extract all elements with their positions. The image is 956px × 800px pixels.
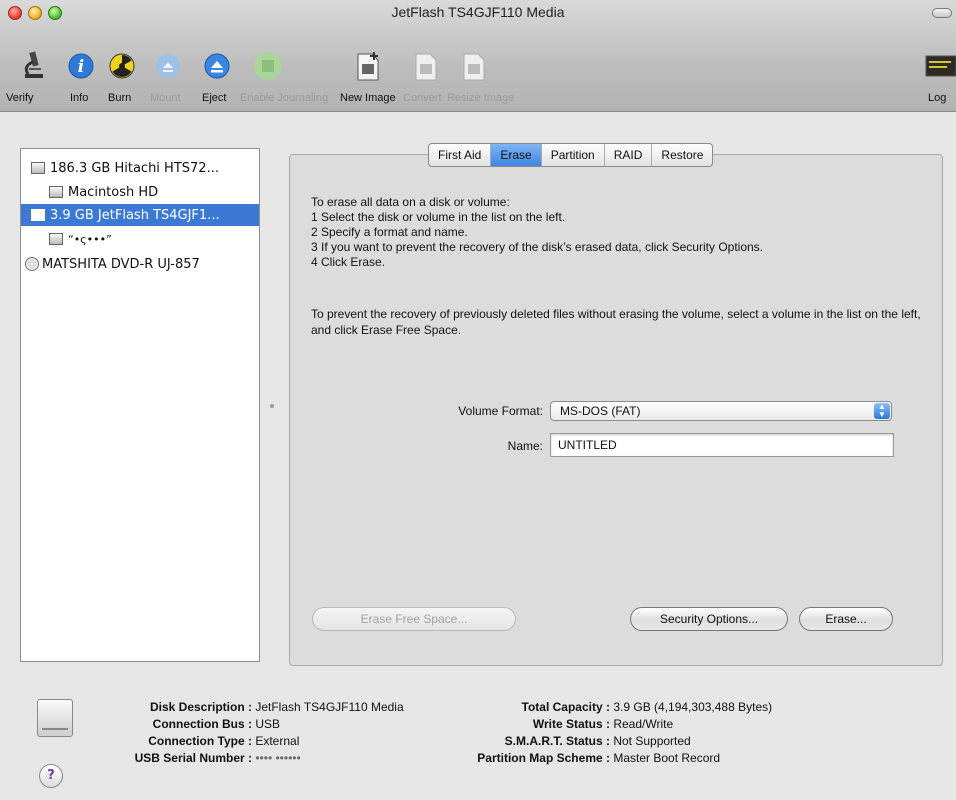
- sidebar-item-dvd-drive[interactable]: MATSHITA DVD-R UJ-857: [21, 253, 259, 275]
- volume-format-value: MS-DOS (FAT): [560, 404, 641, 418]
- log-label: Log: [928, 92, 947, 104]
- smart-status-row: S.M.A.R.T. Status : Not Supported: [440, 733, 691, 749]
- instruction-line: 2 Specify a format and name.: [311, 225, 468, 239]
- selected-disk-icon: [37, 699, 73, 737]
- partition-scheme-label: Partition Map Scheme :: [477, 751, 610, 765]
- connection-type-label: Connection Type :: [148, 734, 252, 748]
- write-status-label: Write Status :: [532, 717, 610, 731]
- sidebar-item-label: MATSHITA DVD-R UJ-857: [42, 256, 200, 272]
- connection-type-value: External: [255, 734, 300, 748]
- total-capacity-label: Total Capacity :: [521, 700, 610, 714]
- disk-description-row: Disk Description : JetFlash TS4GJF110 Me…: [100, 699, 404, 715]
- eject-icon: [201, 50, 233, 82]
- volume-name-input[interactable]: UNTITLED: [550, 433, 894, 457]
- connection-bus-row: Connection Bus : USB: [100, 716, 280, 732]
- microscope-icon: [18, 50, 50, 82]
- verify-label: Verify: [6, 92, 34, 104]
- resize-image-label: Resize Image: [447, 92, 515, 104]
- volume-icon: [49, 233, 63, 245]
- eject-label: Eject: [202, 92, 227, 104]
- tab-bar: First Aid Erase Partition RAID Restore: [428, 143, 714, 167]
- window-title: JetFlash TS4GJF110 Media: [391, 4, 565, 20]
- resize-image-icon: [458, 50, 490, 82]
- help-button[interactable]: ?: [39, 764, 63, 788]
- connection-type-row: Connection Type : External: [100, 733, 299, 749]
- sidebar-item-label: Macintosh HD: [68, 184, 159, 200]
- convert-label: Convert: [403, 92, 442, 104]
- device-list[interactable]: 186.3 GB Hitachi HTS72... Macintosh HD 3…: [20, 148, 260, 662]
- partition-scheme-value: Master Boot Record: [613, 751, 721, 765]
- sidebar-item-label: 3.9 GB JetFlash TS4GJF1...: [50, 207, 220, 223]
- volume-format-select[interactable]: MS-DOS (FAT) ▲ ▼: [550, 401, 892, 421]
- sidebar-item-jetflash[interactable]: 3.9 GB JetFlash TS4GJF1...: [21, 204, 259, 226]
- svg-text:i: i: [78, 57, 84, 77]
- erase-button[interactable]: Erase...: [799, 607, 893, 631]
- volume-format-label: Volume Format:: [458, 404, 543, 418]
- sidebar-item-hitachi[interactable]: 186.3 GB Hitachi HTS72...: [21, 157, 259, 179]
- log-icon: [924, 50, 956, 82]
- tab-partition[interactable]: Partition: [542, 144, 605, 166]
- new-image-label: New Image: [340, 92, 396, 104]
- info-label: Info: [70, 92, 89, 104]
- split-view-handle[interactable]: [270, 404, 274, 408]
- burn-label: Burn: [108, 92, 132, 104]
- tab-first-aid[interactable]: First Aid: [429, 144, 492, 166]
- tab-restore[interactable]: Restore: [652, 144, 712, 166]
- burn-icon: [106, 50, 138, 82]
- connection-bus-value: USB: [255, 717, 281, 731]
- hard-disk-icon: [31, 162, 45, 174]
- total-capacity-value: 3.9 GB (4,194,303,488 Bytes): [613, 700, 773, 714]
- erase-instructions: To erase all data on a disk or volume: 1…: [311, 195, 921, 270]
- tab-erase[interactable]: Erase: [491, 144, 542, 166]
- mount-label: Mount: [150, 92, 181, 104]
- tab-raid[interactable]: RAID: [605, 144, 653, 166]
- instruction-line: 4 Click Erase.: [311, 255, 386, 269]
- partition-scheme-row: Partition Map Scheme : Master Boot Recor…: [440, 750, 720, 766]
- new-image-icon: [352, 50, 384, 82]
- erase-free-space-button: Erase Free Space...: [312, 607, 516, 631]
- smart-status-label: S.M.A.R.T. Status :: [504, 734, 610, 748]
- convert-icon: [410, 50, 442, 82]
- info-icon: i: [65, 50, 97, 82]
- disk-description-label: Disk Description :: [149, 700, 252, 714]
- write-status-row: Write Status : Read/Write: [440, 716, 673, 732]
- usb-serial-row: USB Serial Number : •••• ••••••: [100, 750, 301, 766]
- optical-disc-icon: [25, 257, 39, 271]
- disk-utility-window: JetFlash TS4GJF110 Media Verify i Info B…: [0, 0, 956, 800]
- usb-serial-label: USB Serial Number :: [134, 751, 252, 765]
- usb-disk-icon: [31, 209, 45, 221]
- sidebar-item-usb-volume[interactable]: “•ς•••”: [21, 228, 259, 250]
- journaling-icon: [252, 50, 284, 82]
- instruction-line: To erase all data on a disk or volume:: [311, 195, 510, 209]
- connection-bus-label: Connection Bus :: [152, 717, 252, 731]
- title-bar: JetFlash TS4GJF110 Media Verify i Info B…: [0, 0, 956, 112]
- sidebar-item-label: 186.3 GB Hitachi HTS72...: [50, 160, 219, 176]
- usb-serial-value: •••• ••••••: [255, 751, 301, 765]
- enable-journaling-label: Enable Journaling: [240, 92, 329, 104]
- sidebar-item-macintosh-hd[interactable]: Macintosh HD: [21, 181, 259, 203]
- instruction-line: 1 Select the disk or volume in the list …: [311, 210, 566, 224]
- write-status-value: Read/Write: [613, 717, 674, 731]
- volume-icon: [49, 186, 63, 198]
- mount-icon: [152, 50, 184, 82]
- instruction-line: 3 If you want to prevent the recovery of…: [311, 240, 764, 254]
- erase-free-space-instructions: To prevent the recovery of previously de…: [311, 307, 921, 337]
- chevron-up-down-icon: ▲ ▼: [874, 403, 890, 419]
- security-options-button[interactable]: Security Options...: [630, 607, 788, 631]
- smart-status-value: Not Supported: [613, 734, 691, 748]
- toolbar-toggle-button[interactable]: [932, 8, 952, 18]
- total-capacity-row: Total Capacity : 3.9 GB (4,194,303,488 B…: [440, 699, 773, 715]
- disk-description-value: JetFlash TS4GJF110 Media: [255, 700, 404, 714]
- name-label: Name:: [507, 439, 543, 453]
- sidebar-item-label: “•ς•••”: [68, 232, 112, 246]
